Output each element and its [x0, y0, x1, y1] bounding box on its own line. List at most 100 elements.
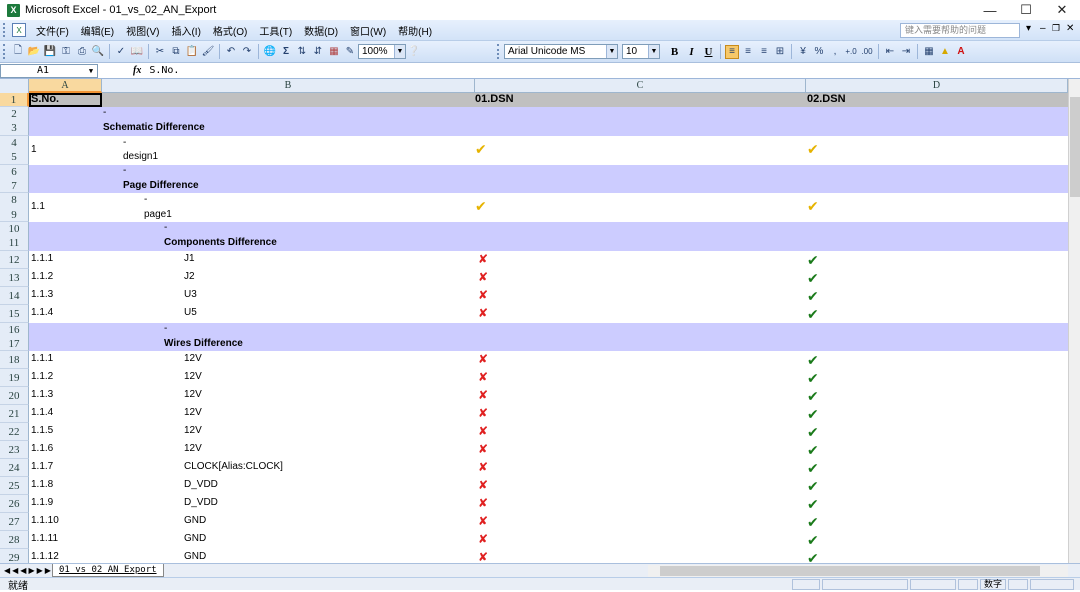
format-painter-icon[interactable]: 🖌 [201, 45, 215, 59]
cell-d[interactable]: 02.DSN [807, 93, 846, 106]
cell-a[interactable]: 1.1.8 [31, 479, 53, 490]
cell-b[interactable]: U5 [184, 307, 197, 318]
cell-a[interactable]: 1.1.12 [31, 551, 59, 562]
vertical-scroll-thumb[interactable] [1070, 97, 1080, 197]
minimize-button[interactable]: — [972, 0, 1008, 20]
open-icon[interactable]: 📂 [27, 45, 41, 59]
row-header[interactable]: 24 [0, 459, 29, 477]
formula-input[interactable]: S.No. [149, 65, 179, 76]
increase-indent-icon[interactable]: ⇥ [899, 45, 913, 59]
menu-item[interactable]: 插入(I) [165, 23, 206, 38]
selected-cell-outline[interactable] [29, 93, 102, 107]
help-icon[interactable]: ❔ [407, 45, 421, 59]
vertical-scrollbar[interactable] [1068, 79, 1080, 563]
align-center-icon[interactable]: ≡ [741, 45, 755, 59]
section-title[interactable]: Schematic Difference [103, 122, 205, 133]
cell-a[interactable]: 1.1.11 [31, 533, 58, 544]
print-icon[interactable]: ⎙ [75, 45, 89, 59]
row-header[interactable]: 67 [0, 164, 29, 193]
cell-a[interactable]: 1.1.4 [31, 307, 53, 318]
cell-b[interactable]: U3 [184, 289, 197, 300]
cell-a[interactable]: 1.1.6 [31, 443, 53, 454]
menu-item[interactable]: 工具(T) [253, 23, 298, 38]
sort-descending-icon[interactable]: ⇵ [311, 45, 325, 59]
workbook-icon[interactable]: X [12, 23, 26, 37]
cell-b[interactable]: J1 [184, 253, 195, 264]
cell-b[interactable]: 12V [184, 425, 202, 436]
row-header[interactable]: 19 [0, 369, 29, 387]
horizontal-scrollbar[interactable] [648, 565, 1068, 577]
underline-button[interactable]: U [701, 46, 716, 58]
row-header[interactable]: 89 [0, 193, 29, 222]
menu-item[interactable]: 数据(D) [298, 23, 344, 38]
format-toolbar-grip[interactable] [497, 44, 502, 59]
fill-color-icon[interactable]: ▲ [938, 45, 952, 59]
row-header[interactable]: 23 [0, 441, 29, 459]
spreadsheet-grid[interactable]: 1 S.No. 01.DSN 02.DSN 2 3- Schematic Differenc… [0, 93, 1068, 563]
increase-decimal-icon[interactable]: +.0 [844, 45, 858, 59]
chevron-down-icon[interactable]: ▼ [85, 65, 97, 77]
hyperlink-icon[interactable]: 🌐 [263, 45, 277, 59]
cell-a[interactable]: 1.1.2 [31, 271, 53, 282]
menu-grip[interactable] [3, 23, 9, 37]
row-header[interactable]: 28 [0, 531, 29, 549]
row-header[interactable]: 29 [0, 549, 29, 563]
row-header[interactable]: 21 [0, 405, 29, 423]
menu-item[interactable]: 视图(V) [120, 23, 165, 38]
row-header[interactable]: 1 [0, 93, 29, 107]
cell-b[interactable]: GND [184, 533, 206, 544]
row-header[interactable]: 14 [0, 286, 29, 305]
cell-b[interactable]: D_VDD [184, 497, 218, 508]
section-title[interactable]: Components Difference [164, 237, 277, 248]
menu-item[interactable]: 格式(O) [207, 23, 253, 38]
cut-icon[interactable]: ✂ [153, 45, 167, 59]
cell-c[interactable]: 01.DSN [475, 93, 514, 106]
cell-b[interactable]: 12V [184, 443, 202, 454]
merge-center-icon[interactable]: ⊞ [773, 45, 787, 59]
cell-b[interactable]: 12V [184, 407, 202, 418]
toolbar-grip[interactable] [3, 44, 8, 59]
row-header[interactable]: 16 17 [0, 322, 29, 351]
spelling-icon[interactable]: ✓ [114, 45, 128, 59]
row-header[interactable]: 15 [0, 304, 29, 323]
name-box[interactable]: A1 ▼ [0, 63, 98, 78]
sheet-nav-arrows[interactable]: ◀◀◀▶▶▶ [0, 566, 52, 575]
bold-button[interactable]: B [667, 46, 682, 58]
close-button[interactable]: ✕ [1044, 0, 1080, 20]
menu-item[interactable]: 编辑(E) [75, 23, 120, 38]
doc-close-button[interactable]: ✕ [1066, 23, 1074, 34]
research-icon[interactable]: 📖 [130, 45, 144, 59]
chart-wizard-icon[interactable]: ▦ [327, 45, 341, 59]
cell-a[interactable]: 1.1.3 [31, 289, 53, 300]
comma-style-icon[interactable]: , [828, 45, 842, 59]
help-dropdown-icon[interactable]: ▾ [1026, 23, 1031, 34]
row-header[interactable]: 45 [0, 135, 29, 165]
align-left-icon[interactable]: ≡ [725, 44, 739, 59]
cell-b[interactable]: 12V [184, 389, 202, 400]
font-size-select[interactable]: 10 ▼ [622, 44, 660, 59]
menu-item[interactable]: 窗口(W) [344, 23, 392, 38]
fx-icon[interactable]: fx [133, 65, 141, 76]
row-header[interactable]: 13 [0, 268, 29, 287]
row-header[interactable]: 26 [0, 495, 29, 513]
section-title[interactable]: Page Difference [123, 180, 199, 191]
row-header[interactable]: 20 [0, 387, 29, 405]
cell-a[interactable]: 1 [31, 144, 37, 155]
cell-a[interactable]: 1.1.2 [31, 371, 53, 382]
save-icon[interactable]: 💾 [43, 45, 57, 59]
cell-b[interactable]: GND [184, 515, 206, 526]
cell-a[interactable]: 1.1.3 [31, 389, 53, 400]
cell-b[interactable]: J2 [184, 271, 195, 282]
row-header[interactable]: 23 [0, 107, 29, 136]
column-header-d[interactable]: D [806, 79, 1068, 93]
borders-icon[interactable]: ▦ [922, 45, 936, 59]
cell-a[interactable]: 1.1.9 [31, 497, 53, 508]
sheet-tab[interactable]: 01_vs_02_AN_Export [52, 564, 164, 577]
cell-b[interactable]: 12V [184, 371, 202, 382]
select-all-button[interactable] [0, 79, 29, 93]
cell-a[interactable]: 1.1.4 [31, 407, 53, 418]
doc-minimize-button[interactable]: – [1040, 23, 1046, 34]
drawing-icon[interactable]: ✎ [343, 45, 357, 59]
section-title[interactable]: Wires Difference [164, 338, 243, 349]
font-color-icon[interactable]: A [954, 45, 968, 59]
